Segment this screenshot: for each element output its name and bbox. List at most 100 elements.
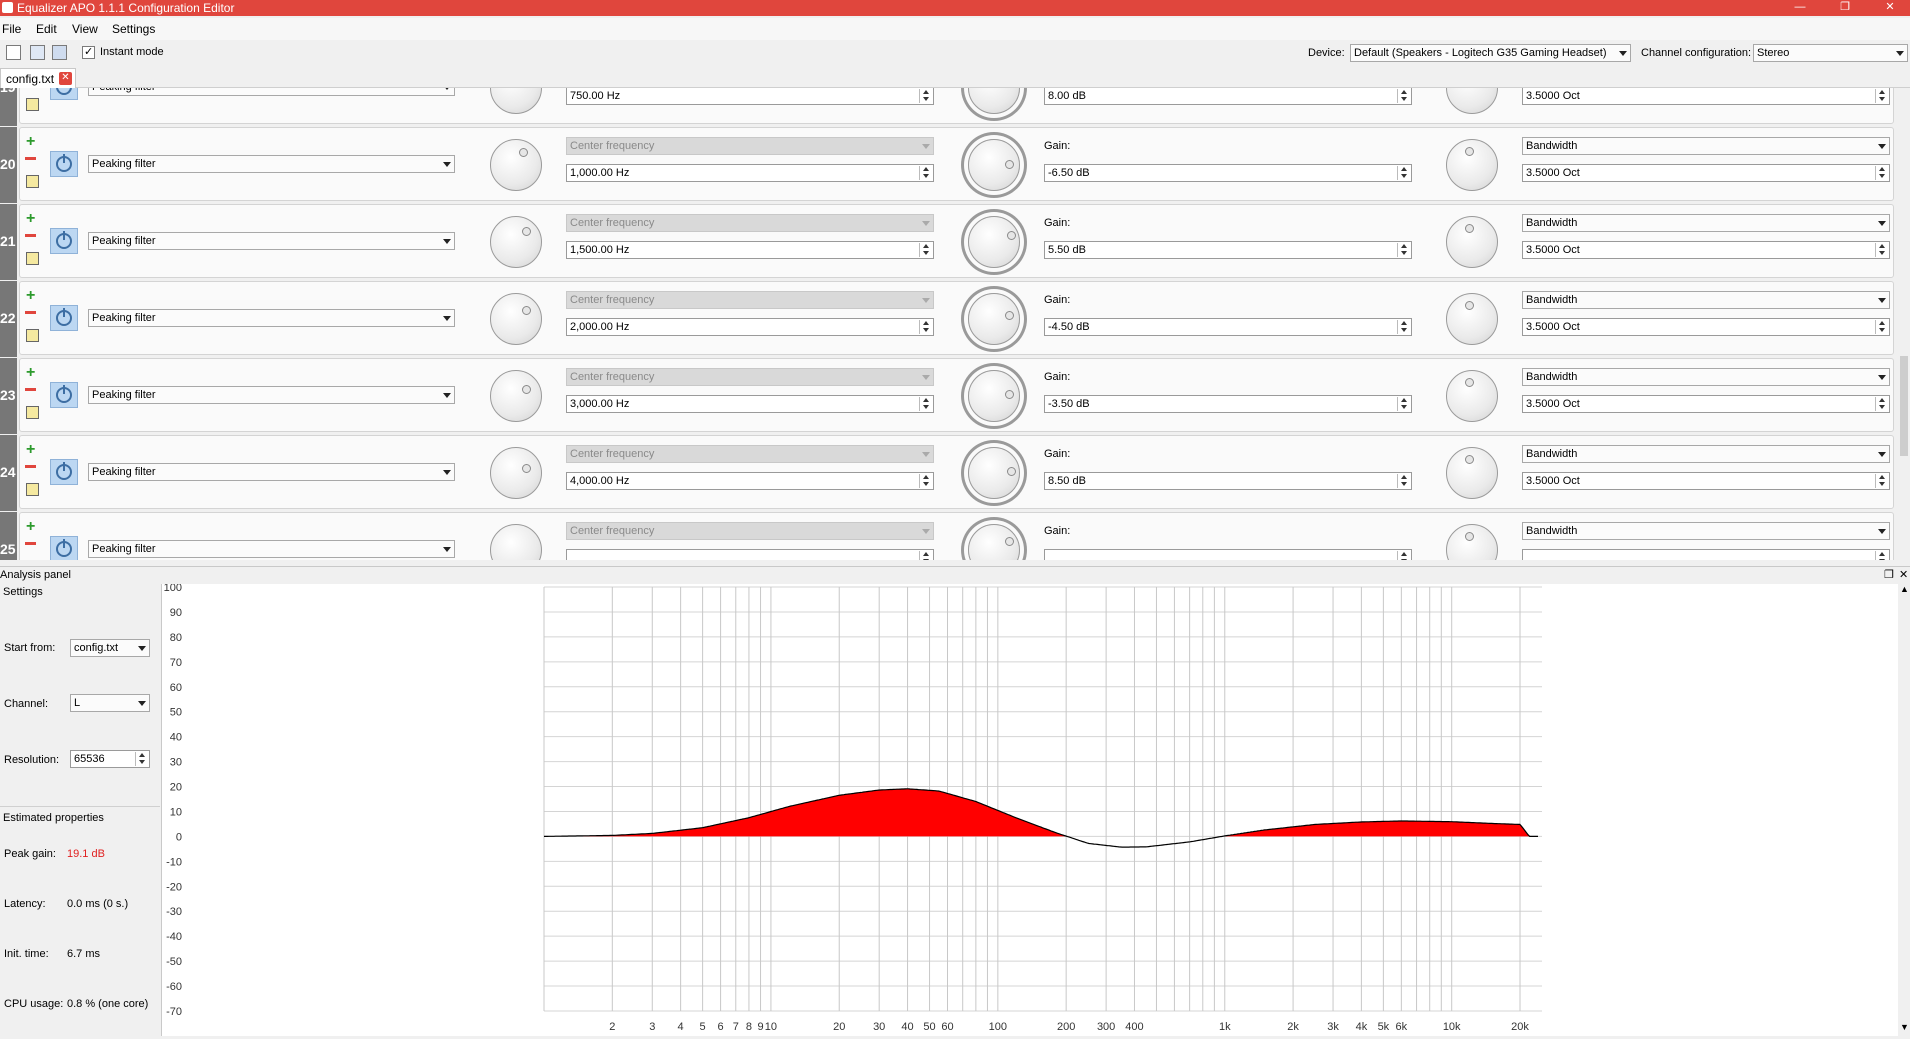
add-filter-icon[interactable]: + [26,442,35,458]
menu-settings[interactable]: Settings [112,22,155,36]
gain-knob[interactable] [968,139,1020,191]
frequency-spinbox[interactable]: 3,000.00 Hz [566,395,934,413]
edit-filter-icon[interactable] [26,483,39,496]
filter-type-select[interactable]: Peaking filter [88,155,455,173]
bandwidth-spinbox[interactable]: 3.5000 Oct [1522,241,1890,259]
spin-buttons[interactable] [1397,320,1410,334]
frequency-spinbox[interactable]: 1,000.00 Hz [566,164,934,182]
open-file-icon[interactable] [30,45,45,60]
bandwidth-mode-select[interactable]: Bandwidth [1522,137,1890,155]
spin-buttons[interactable] [1875,551,1888,560]
bandwidth-mode-select[interactable]: Bandwidth [1522,291,1890,309]
power-toggle-icon[interactable] [50,382,78,408]
frequency-spinbox[interactable]: 2,000.00 Hz [566,318,934,336]
gain-spinbox[interactable]: 5.50 dB [1044,241,1412,259]
spin-buttons[interactable] [919,89,932,103]
remove-filter-icon[interactable] [25,542,36,545]
edit-filter-icon[interactable] [26,98,39,111]
spin-buttons[interactable] [919,320,932,334]
filter-type-select[interactable]: Peaking filter [88,232,455,250]
edit-filter-icon[interactable] [26,252,39,265]
power-toggle-icon[interactable] [50,459,78,485]
channel-select[interactable]: L [70,694,150,712]
gain-spinbox[interactable] [1044,549,1412,560]
bandwidth-spinbox[interactable] [1522,549,1890,560]
graph-scrollbar[interactable]: ▲ ▼ [1898,584,1910,1036]
maximize-button[interactable]: ❐ [1825,0,1865,16]
bandwidth-spinbox[interactable]: 3.5000 Oct [1522,472,1890,490]
menu-file[interactable]: File [2,22,21,36]
filter-type-select[interactable]: Peaking filter [88,463,455,481]
bandwidth-spinbox[interactable]: 3.5000 Oct [1522,395,1890,413]
bandwidth-spinbox[interactable]: 3.5000 Oct [1522,318,1890,336]
bandwidth-mode-select[interactable]: Bandwidth [1522,522,1890,540]
filter-list-scrollbar[interactable] [1898,88,1910,560]
gain-spinbox[interactable]: -4.50 dB [1044,318,1412,336]
add-filter-icon[interactable]: + [26,288,35,304]
add-filter-icon[interactable]: + [26,519,35,535]
power-toggle-icon[interactable] [50,88,78,100]
spin-buttons[interactable] [1397,166,1410,180]
filter-type-select[interactable]: Peaking filter [88,309,455,327]
remove-filter-icon[interactable] [25,157,36,160]
frequency-knob[interactable] [490,293,542,345]
bandwidth-spinbox[interactable]: 3.5000 Oct [1522,88,1890,105]
frequency-knob[interactable] [490,216,542,268]
spin-buttons[interactable] [1875,474,1888,488]
frequency-spinbox[interactable]: 750.00 Hz [566,88,934,105]
add-filter-icon[interactable]: + [26,134,35,150]
spin-buttons[interactable] [1875,397,1888,411]
spin-buttons[interactable] [919,397,932,411]
spin-buttons[interactable] [135,752,148,766]
gain-spinbox[interactable]: -6.50 dB [1044,164,1412,182]
spin-buttons[interactable] [1397,243,1410,257]
bandwidth-mode-select[interactable]: Bandwidth [1522,368,1890,386]
start-from-select[interactable]: config.txt [70,639,150,657]
remove-filter-icon[interactable] [25,234,36,237]
gain-spinbox[interactable]: -3.50 dB [1044,395,1412,413]
float-panel-icon[interactable]: ❐ [1884,568,1894,581]
spin-buttons[interactable] [1397,474,1410,488]
spin-buttons[interactable] [919,243,932,257]
spin-buttons[interactable] [1397,551,1410,560]
remove-filter-icon[interactable] [25,388,36,391]
filter-type-select[interactable]: Peaking filter [88,386,455,404]
frequency-spinbox[interactable]: 1,500.00 Hz [566,241,934,259]
add-filter-icon[interactable]: + [26,365,35,381]
menu-edit[interactable]: Edit [36,22,57,36]
frequency-knob[interactable] [490,447,542,499]
close-button[interactable]: ✕ [1870,0,1910,16]
gain-spinbox[interactable]: 8.50 dB [1044,472,1412,490]
power-toggle-icon[interactable] [50,305,78,331]
bandwidth-knob[interactable] [1446,139,1498,191]
tab-config-txt[interactable]: config.txt ✕ [0,68,76,89]
bandwidth-knob[interactable] [1446,216,1498,268]
gain-knob[interactable] [968,216,1020,268]
edit-filter-icon[interactable] [26,329,39,342]
frequency-spinbox[interactable] [566,549,934,560]
spin-buttons[interactable] [1875,243,1888,257]
remove-filter-icon[interactable] [25,465,36,468]
power-toggle-icon[interactable] [50,536,78,560]
bandwidth-mode-select[interactable]: Bandwidth [1522,214,1890,232]
minimize-button[interactable]: — [1780,0,1820,16]
frequency-knob[interactable] [490,139,542,191]
bandwidth-knob[interactable] [1446,447,1498,499]
spin-buttons[interactable] [919,474,932,488]
edit-filter-icon[interactable] [26,406,39,419]
save-file-icon[interactable] [52,45,67,60]
spin-buttons[interactable] [919,551,932,560]
spin-buttons[interactable] [1397,397,1410,411]
menu-view[interactable]: View [72,22,98,36]
spin-buttons[interactable] [1397,89,1410,103]
scroll-up-icon[interactable]: ▲ [1900,584,1909,594]
gain-knob[interactable] [968,447,1020,499]
bandwidth-mode-select[interactable]: Bandwidth [1522,445,1890,463]
bandwidth-knob[interactable] [1446,293,1498,345]
frequency-response-graph[interactable]: 100 90 80 70 60 50 40 30 20 10 0 -10 -20 -30 -40 -50 -60… [162,582,1910,1036]
scrollbar-thumb[interactable] [1900,356,1908,456]
resolution-spinbox[interactable]: 65536 [70,750,150,768]
close-panel-icon[interactable]: ✕ [1899,568,1908,581]
power-toggle-icon[interactable] [50,228,78,254]
channel-config-select[interactable]: Stereo [1753,44,1908,62]
